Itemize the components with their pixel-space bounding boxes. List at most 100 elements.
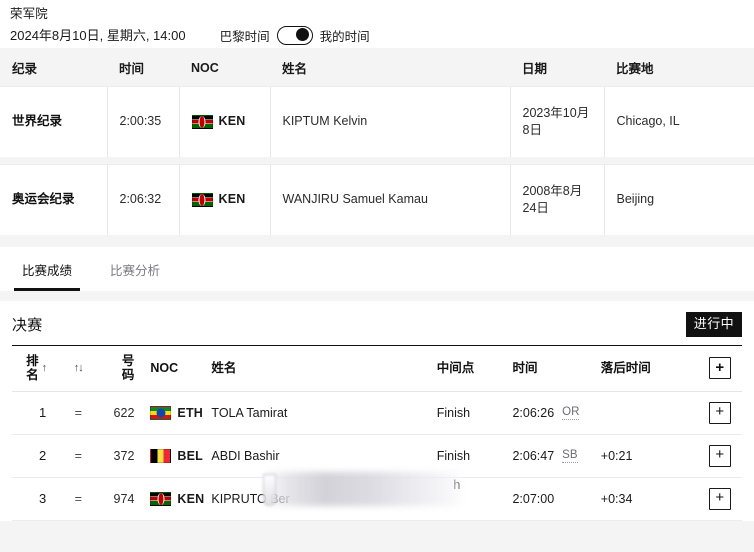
row-spacer xyxy=(0,156,754,165)
col-time: 时间 xyxy=(508,344,597,392)
noc-code: KEN xyxy=(177,491,205,506)
finish-time-cell: 2:06:26 OR xyxy=(508,391,597,435)
athlete-name: KIPRUTO Ber xyxy=(211,491,290,506)
col-record: 纪录 xyxy=(0,48,107,87)
position-change: = xyxy=(56,391,101,435)
col-rank[interactable]: 排名 ↑ xyxy=(12,344,57,392)
midpoint-cell xyxy=(432,477,509,521)
record-date: 2008年8月24日 xyxy=(509,164,604,235)
col-noc: NOC xyxy=(179,48,270,87)
blur-overlay xyxy=(265,471,462,506)
expand-all-button[interactable]: + xyxy=(708,357,731,379)
bib-value: 622 xyxy=(113,405,135,420)
record-tag: SB xyxy=(562,448,578,463)
timezone-switch[interactable] xyxy=(276,26,313,45)
position-change-icon: = xyxy=(74,491,82,506)
flag-ken-icon xyxy=(191,114,213,129)
datetime-row: 2024年8月10日, 星期六, 14:00 巴黎时间 我的时间 xyxy=(10,26,744,45)
rank-value: 1 xyxy=(12,391,57,435)
record-place: Chicago, IL xyxy=(603,86,754,157)
my-time-label: 我的时间 xyxy=(319,30,370,44)
rank-value: 2 xyxy=(12,434,57,478)
col-bib: 号码 xyxy=(100,344,143,392)
col-midpoint: 中间点 xyxy=(432,344,509,392)
col-behind: 落后时间 xyxy=(596,344,694,392)
sort-updown-icon[interactable]: ↑↓ xyxy=(74,362,84,374)
table-row[interactable]: 1 = 622 ETH TOLA Tamirat Finish 2:06:26 … xyxy=(12,391,742,435)
noc-cell: BEL xyxy=(142,434,204,478)
flag-ken-icon xyxy=(191,192,213,207)
bib-number: 974 xyxy=(100,477,143,521)
records-header-row: 纪录 时间 NOC 姓名 日期 比赛地 xyxy=(0,48,754,87)
tab-race-analysis[interactable]: 比赛分析 xyxy=(102,262,168,291)
table-row: 奥运会纪录 2:06:32 KEN WANJIRU Samuel Kamau 2… xyxy=(0,164,754,235)
record-type: 世界纪录 xyxy=(0,86,107,157)
record-type: 奥运会纪录 xyxy=(0,164,107,235)
col-rank-label: 排名 xyxy=(26,354,39,382)
session-header: 荣军院 2024年8月10日, 星期六, 14:00 巴黎时间 我的时间 xyxy=(0,0,754,48)
table-row: 世界纪录 2:00:35 KEN KIPTUM Kelvin 2023年10月8… xyxy=(0,86,754,157)
records-table: 纪录 时间 NOC 姓名 日期 比赛地 世界纪录 2:00:35 KEN KIP… xyxy=(0,48,754,235)
finish-time: 2:06:47 xyxy=(512,448,555,463)
record-time: 2:00:35 xyxy=(106,86,179,157)
behind-time-cell xyxy=(596,391,694,435)
behind-time: +0:34 xyxy=(600,491,633,506)
rank-number: 3 xyxy=(38,491,47,506)
athlete-name-cell[interactable]: TOLA Tamirat xyxy=(203,391,433,435)
athlete-name-cell[interactable]: KIPRUTO Ber h xyxy=(203,471,462,521)
switch-knob-icon xyxy=(296,28,310,42)
results-tabs: 比赛成绩 比赛分析 xyxy=(0,246,754,291)
midpoint-cell: Finish xyxy=(432,391,509,435)
expand-row-button[interactable]: + xyxy=(708,401,731,424)
expand-row-button[interactable]: + xyxy=(708,444,731,467)
position-change-icon: = xyxy=(74,448,82,463)
expand-row-cell[interactable]: + xyxy=(693,391,742,435)
noc-code: ETH xyxy=(177,405,204,420)
col-position-change[interactable]: ↑↓ xyxy=(56,344,101,392)
position-change: = xyxy=(56,477,101,521)
sort-ascending-icon[interactable]: ↑ xyxy=(42,361,47,376)
col-name: 姓名 xyxy=(203,344,433,392)
record-tag: OR xyxy=(562,405,580,420)
behind-time-cell: +0:34 xyxy=(596,477,694,521)
noc-cell: ETH xyxy=(142,391,204,435)
record-date: 2023年10月8日 xyxy=(509,86,604,157)
tab-race-results[interactable]: 比赛成绩 xyxy=(14,262,81,291)
record-noc: KEN xyxy=(178,86,270,157)
finish-time-cell: 2:07:00 xyxy=(508,477,597,521)
rank-number: 1 xyxy=(38,405,47,420)
finish-time: 2:07:00 xyxy=(512,491,555,506)
flag-ken-icon xyxy=(150,491,172,506)
expand-row-cell[interactable]: + xyxy=(693,477,742,521)
results-header: 决赛 进行中 xyxy=(12,301,742,345)
noc-code: BEL xyxy=(177,448,204,463)
noc-cell: KEN xyxy=(142,477,205,521)
expand-row-cell[interactable]: + xyxy=(693,434,742,478)
bib-number: 372 xyxy=(100,434,143,478)
finish-time-cell: 2:06:47 SB xyxy=(508,434,597,478)
col-name: 姓名 xyxy=(270,48,510,87)
midpoint-value: Finish xyxy=(436,448,471,463)
timezone-toggle-group[interactable]: 巴黎时间 我的时间 xyxy=(220,26,370,45)
midpoint-value: Finish xyxy=(436,405,471,420)
bib-number: 622 xyxy=(100,391,143,435)
table-row[interactable]: 2 = 372 BEL ABDI Bashir Finish 2:06:47 S… xyxy=(12,434,742,478)
flag-eth-icon xyxy=(150,405,172,420)
behind-time-cell: +0:21 xyxy=(596,434,694,478)
athlete-name-cell[interactable]: ABDI Bashir xyxy=(203,434,433,478)
record-time: 2:06:32 xyxy=(106,164,179,235)
flag-bel-icon xyxy=(150,448,172,463)
session-datetime: 2024年8月10日, 星期六, 14:00 xyxy=(10,27,186,43)
bib-value: 974 xyxy=(113,491,135,506)
athlete-name: ABDI Bashir xyxy=(211,448,280,463)
midpoint-cell: Finish xyxy=(432,434,509,478)
results-table: 排名 ↑ ↑↓ 号码 NOC 姓名 中间点 时间 落后时间 + 1 = 622 … xyxy=(12,344,742,521)
results-header-row: 排名 ↑ ↑↓ 号码 NOC 姓名 中间点 时间 落后时间 + xyxy=(12,344,742,392)
results-section: 决赛 进行中 排名 ↑ ↑↓ 号码 NOC 姓名 中间点 时间 落后时间 + 1… xyxy=(0,300,754,521)
expand-row-button[interactable]: + xyxy=(708,487,731,510)
table-row[interactable]: 3 = 974 KEN KIPRUTO Ber h 2:07:00 +0:34 … xyxy=(12,471,742,521)
finish-time: 2:06:26 xyxy=(512,405,555,420)
rank-number: 2 xyxy=(38,448,47,463)
col-expand-all[interactable]: + xyxy=(693,344,742,392)
athlete-name: TOLA Tamirat xyxy=(211,405,288,420)
